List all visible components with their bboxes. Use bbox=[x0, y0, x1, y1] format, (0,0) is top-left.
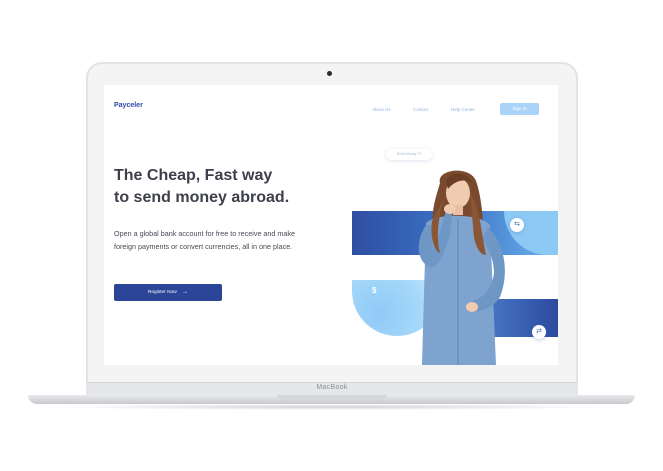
laptop-shadow bbox=[45, 404, 618, 410]
register-button-label: Register Now bbox=[147, 290, 177, 295]
camera-icon bbox=[327, 71, 332, 76]
register-now-button[interactable]: Register Now → bbox=[114, 284, 222, 301]
hero-headline: The Cheap, Fast way to send money abroad… bbox=[114, 165, 324, 209]
site-logo[interactable]: Payceler bbox=[114, 102, 143, 109]
macbook-label: MacBook bbox=[316, 384, 348, 391]
nav-link-about[interactable]: About Us bbox=[372, 107, 391, 112]
headline-line-2: to send money abroad. bbox=[114, 189, 290, 206]
arrow-right-icon: → bbox=[182, 289, 189, 295]
laptop-chin: MacBook bbox=[86, 382, 578, 396]
laptop-mockup: Payceler About Us Contact Help Center Si… bbox=[0, 0, 663, 471]
headline-line-1: The Cheap, Fast way bbox=[114, 167, 273, 184]
nav-link-help[interactable]: Help Center bbox=[451, 107, 475, 112]
laptop-screen: Payceler About Us Contact Help Center Si… bbox=[104, 85, 558, 365]
currency-exchange-icon: ⇆ bbox=[510, 218, 524, 232]
hero-subtext: Open a global bank account for free to r… bbox=[114, 229, 295, 251]
dollar-icon: $ bbox=[372, 286, 377, 295]
transfer-icon: ⇄ bbox=[532, 325, 546, 339]
nav-link-contact[interactable]: Contact bbox=[413, 107, 429, 112]
send-money-chip: Send Money ?? bbox=[386, 149, 432, 160]
laptop-notch bbox=[277, 395, 387, 399]
woman-illustration bbox=[418, 170, 505, 365]
sign-in-button[interactable]: Sign In bbox=[500, 103, 539, 115]
